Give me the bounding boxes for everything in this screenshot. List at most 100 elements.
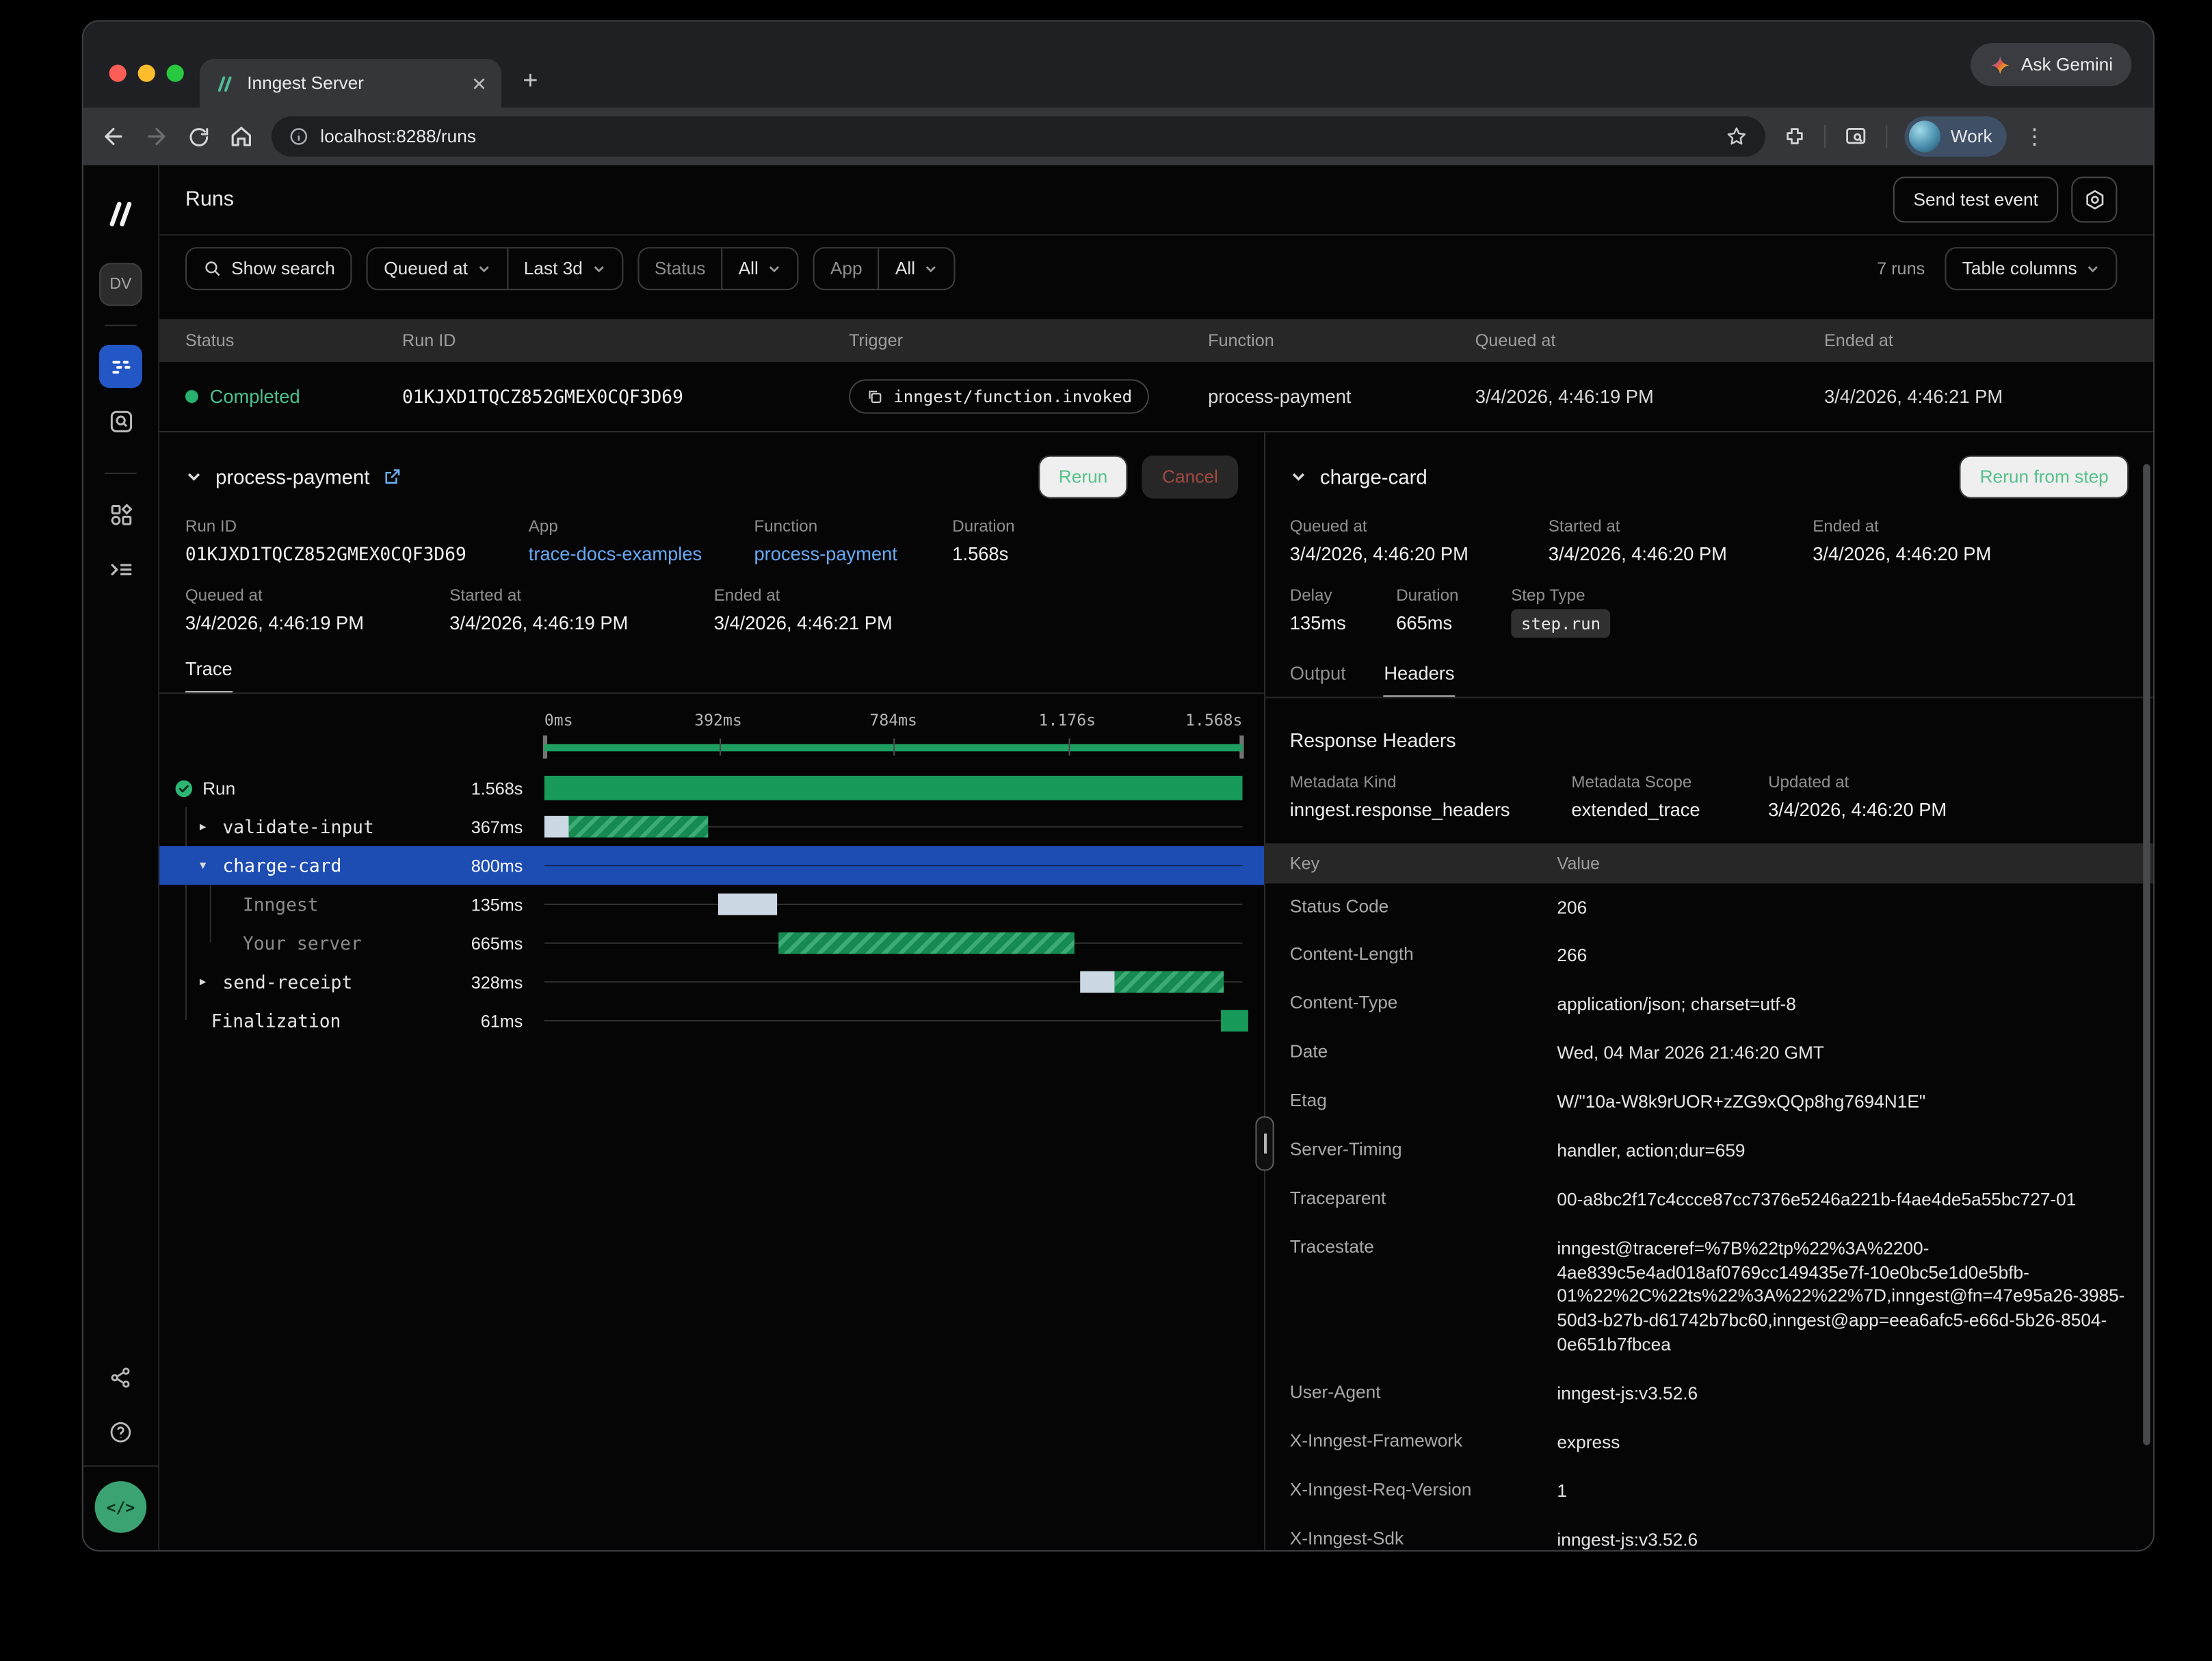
caret-right-icon[interactable]: ▸ — [200, 974, 214, 990]
apps-grid-icon — [107, 501, 134, 528]
ended-at-cell: 3/4/2026, 4:46:21 PM — [1824, 386, 2003, 408]
rerun-from-step-button[interactable]: Rerun from step — [1960, 456, 2129, 499]
trace-row-validate-input[interactable]: ▸validate-input367ms — [159, 807, 1264, 846]
step-ended-value: 3/4/2026, 4:46:20 PM — [1813, 543, 1991, 565]
site-info-icon[interactable] — [289, 127, 308, 146]
external-link-icon[interactable] — [382, 467, 402, 486]
browser-menu-icon[interactable]: ⋮ — [2024, 124, 2046, 150]
rail-divider — [105, 473, 136, 474]
step-type-chip: step.run — [1511, 609, 1611, 638]
trace-row-charge-card[interactable]: ▾charge-card800ms — [159, 846, 1264, 885]
run-id-value: 01KJXD1TQCZ852GMEX0CQF3D69 — [185, 543, 529, 565]
table-row[interactable]: Completed 01KJXD1TQCZ852GMEX0CQF3D69 inn… — [159, 362, 2153, 431]
tab-close-icon[interactable]: ✕ — [471, 74, 487, 92]
tab-output[interactable]: Output — [1290, 662, 1346, 695]
header-key: X-Inngest-Framework — [1290, 1430, 1557, 1454]
trace-row-duration: 1.568s — [471, 778, 544, 798]
axis-label: 392ms — [694, 711, 742, 730]
table-columns-button[interactable]: Table columns — [1945, 247, 2118, 290]
trace-row-finalization[interactable]: Finalization61ms — [159, 1002, 1264, 1041]
header-row-status-code: Status Code206 — [1290, 884, 2129, 932]
function-link[interactable]: process-payment — [754, 543, 953, 565]
pane-resize-handle[interactable] — [1255, 1116, 1274, 1171]
sidebar-item-runs[interactable] — [99, 345, 142, 388]
trace-row-inngest[interactable]: Inngest135ms — [159, 885, 1264, 924]
minimize-window-button[interactable] — [138, 64, 155, 81]
collapse-chevron-icon[interactable] — [1290, 469, 1307, 486]
reload-button[interactable] — [187, 125, 211, 149]
close-window-button[interactable] — [109, 64, 127, 81]
rerun-button[interactable]: Rerun — [1038, 456, 1127, 499]
field-label: Delay — [1290, 588, 1396, 605]
check-circle-icon — [174, 778, 194, 798]
field-label: Started at — [449, 588, 713, 605]
profile-chip[interactable]: Work — [1905, 116, 2007, 157]
time-field-dropdown[interactable]: Queued at — [368, 248, 506, 289]
help-button[interactable] — [99, 1411, 142, 1454]
sidebar-item-functions[interactable] — [99, 547, 142, 590]
new-tab-button[interactable]: + — [523, 68, 538, 94]
header-key: Content-Type — [1290, 993, 1557, 1017]
status-filter-value: All — [739, 259, 759, 278]
trace-bar-solid — [544, 776, 1243, 800]
settings-button[interactable] — [2071, 176, 2117, 222]
trace-row-your-server[interactable]: Your server665ms — [159, 924, 1264, 963]
trigger-pill[interactable]: inngest/function.invoked — [849, 379, 1149, 413]
caret-down-icon[interactable]: ▾ — [200, 858, 214, 874]
tab-trace[interactable]: Trace — [185, 658, 233, 694]
side-panel-icon[interactable] — [1843, 124, 1869, 150]
trace-row-run[interactable]: Run 1.568s — [159, 769, 1264, 808]
trace-axis: 0ms392ms784ms1.176s1.568s — [159, 711, 1264, 735]
column-ended-at: Ended at — [1824, 330, 1893, 350]
sidebar-item-events[interactable] — [99, 400, 142, 443]
zoom-window-button[interactable] — [167, 64, 184, 81]
main-content: Runs Send test event Show search — [159, 165, 2153, 1549]
status-filter-dropdown[interactable]: All — [721, 248, 797, 289]
app-filter-dropdown[interactable]: All — [878, 248, 954, 289]
profile-label: Work — [1951, 127, 1992, 146]
header-value: inngest-js:v3.52.6 — [1557, 1528, 2129, 1552]
field-label: Metadata Kind — [1290, 774, 1572, 792]
app-link[interactable]: trace-docs-examples — [529, 543, 754, 565]
sidebar-item-apps[interactable] — [99, 493, 142, 536]
collapse-chevron-icon[interactable] — [185, 469, 202, 486]
scrollbar-thumb[interactable] — [2143, 464, 2150, 1445]
header-value: 00-a8bc2f17c4ccce87cc7376e5246a221b-f4ae… — [1557, 1188, 2129, 1212]
field-label: Duration — [1396, 588, 1511, 605]
ask-gemini-button[interactable]: Ask Gemini — [1971, 43, 2131, 86]
dev-code-button[interactable]: </> — [95, 1481, 147, 1533]
extensions-icon[interactable] — [1782, 125, 1807, 149]
field-label: Updated at — [1768, 774, 1947, 792]
field-label: Metadata Scope — [1571, 774, 1768, 792]
cancel-button[interactable]: Cancel — [1142, 456, 1239, 499]
trace-row-label: Run — [202, 778, 235, 798]
back-button[interactable] — [101, 124, 127, 150]
trace-minimap[interactable] — [544, 734, 1243, 760]
browser-tab[interactable]: Inngest Server ✕ — [200, 59, 501, 107]
send-test-event-button[interactable]: Send test event — [1893, 176, 2058, 222]
trace-bar-delay — [544, 816, 570, 838]
url-text[interactable]: localhost:8288/runs — [320, 127, 1713, 146]
bookmark-star-icon[interactable] — [1725, 125, 1748, 148]
section-title: Response Headers — [1290, 730, 2129, 752]
address-bar[interactable]: localhost:8288/runs — [272, 116, 1765, 157]
env-badge[interactable]: DV — [99, 263, 142, 306]
column-queued-at: Queued at — [1475, 330, 1556, 350]
field-label: Run ID — [185, 519, 529, 536]
time-range-dropdown[interactable]: Last 3d — [507, 248, 622, 289]
started-value: 3/4/2026, 4:46:19 PM — [449, 612, 713, 634]
forward-button[interactable] — [144, 124, 170, 150]
show-search-button[interactable]: Show search — [185, 247, 352, 290]
home-button[interactable] — [228, 124, 254, 150]
trace-row-label: send-receipt — [223, 971, 353, 993]
trace-row-send-receipt[interactable]: ▸send-receipt328ms — [159, 963, 1264, 1002]
caret-right-icon[interactable]: ▸ — [200, 819, 214, 835]
tab-headers[interactable]: Headers — [1384, 662, 1454, 698]
window-controls[interactable] — [109, 64, 184, 81]
trace-bar-hatch — [778, 932, 1075, 954]
trace-row-duration: 367ms — [471, 817, 544, 837]
share-button[interactable] — [99, 1356, 142, 1399]
column-value: Value — [1557, 853, 1600, 873]
axis-label: 784ms — [869, 711, 917, 730]
header-key: User-Agent — [1290, 1382, 1557, 1406]
